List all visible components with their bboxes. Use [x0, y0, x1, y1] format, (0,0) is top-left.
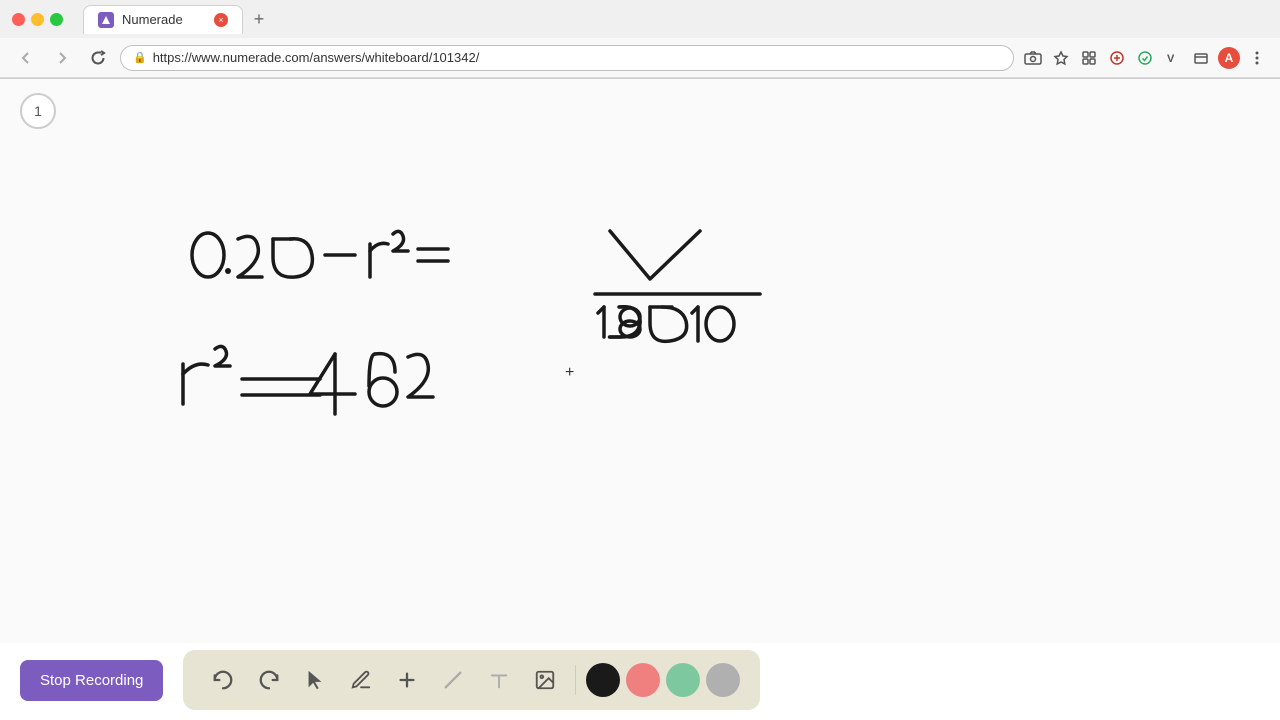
color-black-button[interactable]	[586, 663, 620, 697]
nav-actions: V A	[1022, 47, 1268, 69]
bookmark-star-button[interactable]	[1050, 47, 1072, 69]
active-tab[interactable]: Numerade ×	[83, 5, 243, 34]
tab-favicon	[98, 12, 114, 28]
add-button[interactable]	[387, 660, 427, 700]
window-controls	[12, 13, 63, 26]
profile-avatar[interactable]: A	[1218, 47, 1240, 69]
undo-button[interactable]	[203, 660, 243, 700]
whiteboard-drawing	[0, 79, 1280, 643]
refresh-button[interactable]	[84, 44, 112, 72]
color-green-button[interactable]	[666, 663, 700, 697]
pen-tool-button[interactable]	[341, 660, 381, 700]
window-button[interactable]	[1190, 47, 1212, 69]
title-bar: Numerade × +	[0, 0, 1280, 38]
minimize-button[interactable]	[31, 13, 44, 26]
drawing-toolbar	[183, 650, 760, 710]
close-button[interactable]	[12, 13, 25, 26]
tab-close-button[interactable]: ×	[214, 13, 228, 27]
forward-button[interactable]	[48, 44, 76, 72]
whiteboard[interactable]: 1 +	[0, 79, 1280, 643]
text-tool-button[interactable]	[479, 660, 519, 700]
tab-bar: Numerade × +	[71, 5, 285, 34]
back-button[interactable]	[12, 44, 40, 72]
extension1-button[interactable]	[1078, 47, 1100, 69]
stop-recording-button[interactable]: Stop Recording	[20, 660, 163, 701]
svg-text:V: V	[1167, 53, 1175, 65]
maximize-button[interactable]	[50, 13, 63, 26]
image-button[interactable]	[525, 660, 565, 700]
toolbar-divider	[575, 665, 576, 695]
menu-button[interactable]	[1246, 47, 1268, 69]
eraser-button[interactable]	[433, 660, 473, 700]
new-tab-button[interactable]: +	[245, 6, 273, 34]
browser-chrome: Numerade × + 🔒 https:	[0, 0, 1280, 79]
lock-icon: 🔒	[133, 51, 147, 64]
nav-bar: 🔒 https://www.numerade.com/answers/white…	[0, 38, 1280, 78]
address-bar[interactable]: 🔒 https://www.numerade.com/answers/white…	[120, 45, 1014, 71]
redo-button[interactable]	[249, 660, 289, 700]
color-pink-button[interactable]	[626, 663, 660, 697]
bottom-bar: Stop Recording	[0, 640, 1280, 720]
url-text: https://www.numerade.com/answers/whitebo…	[153, 50, 480, 65]
extension4-button[interactable]: V	[1162, 47, 1184, 69]
tab-title: Numerade	[122, 12, 183, 27]
select-tool-button[interactable]	[295, 660, 335, 700]
extension2-button[interactable]	[1106, 47, 1128, 69]
extension3-button[interactable]	[1134, 47, 1156, 69]
camera-button[interactable]	[1022, 47, 1044, 69]
color-gray-button[interactable]	[706, 663, 740, 697]
